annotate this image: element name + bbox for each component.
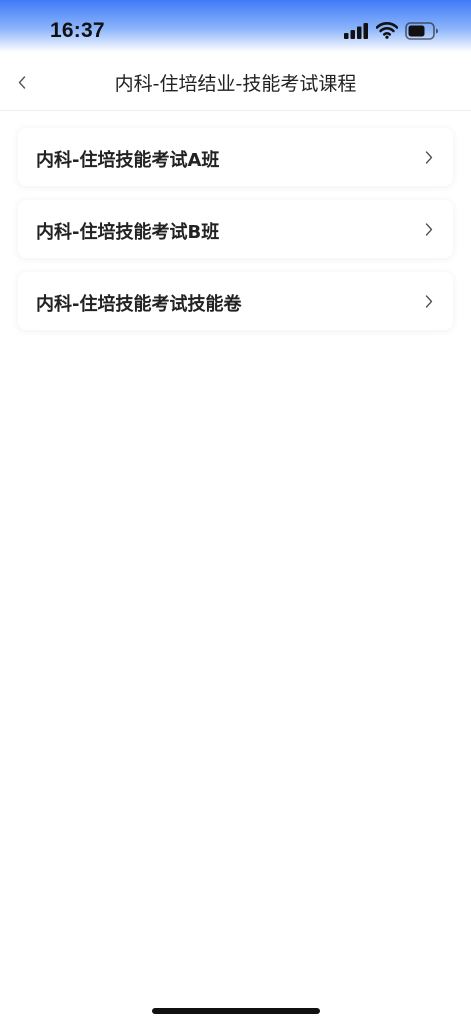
battery-icon [405,22,439,40]
page-title: 内科-住培结业-技能考试课程 [114,73,357,95]
back-button[interactable] [8,64,38,98]
cellular-signal-icon [344,23,369,39]
course-item-skill-paper[interactable]: 内科-住培技能考试技能卷 [18,272,453,330]
home-indicator[interactable] [152,1008,320,1014]
chevron-right-icon [425,223,433,236]
course-item-label: 内科-住培技能考试B班 [36,222,220,243]
wifi-icon [375,21,399,39]
status-bar: 16:37 [0,0,471,52]
course-list: 内科-住培技能考试A班 内科-住培技能考试B班 内科-住培技能考试技能卷 [18,128,453,344]
course-item-label: 内科-住培技能考试A班 [36,150,220,171]
chevron-left-icon [18,76,26,89]
chevron-right-icon [425,295,433,308]
course-item-b-class[interactable]: 内科-住培技能考试B班 [18,200,453,258]
nav-bar: 内科-住培结业-技能考试课程 [0,52,471,111]
course-item-a-class[interactable]: 内科-住培技能考试A班 [18,128,453,186]
course-item-label: 内科-住培技能考试技能卷 [36,294,242,315]
status-time: 16:37 [50,19,105,42]
chevron-right-icon [425,151,433,164]
